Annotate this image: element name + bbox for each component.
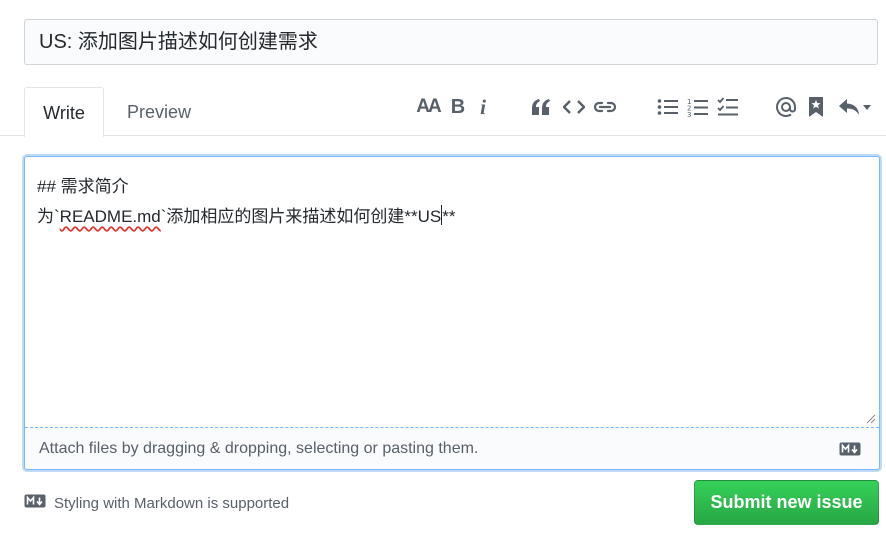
quote-icon[interactable]: [530, 94, 552, 120]
markdown-support-note: Styling with Markdown is supported: [24, 492, 289, 514]
bold-icon[interactable]: B: [450, 94, 466, 120]
markdown-icon: [839, 442, 861, 461]
submit-new-issue-button[interactable]: Submit new issue: [694, 480, 879, 525]
ordered-list-icon[interactable]: 123: [686, 94, 710, 120]
editor-line-2-prefix: 为`: [37, 207, 60, 226]
svg-text:3: 3: [687, 111, 691, 117]
italic-icon-text: i: [480, 94, 486, 119]
comment-editor[interactable]: ## 需求简介 为`README.md`添加相应的图片来描述如何创建**US**…: [24, 156, 880, 470]
link-icon[interactable]: [592, 94, 618, 120]
issue-title-input[interactable]: US: 添加图片描述如何创建需求: [24, 19, 878, 65]
tab-preview[interactable]: Preview: [112, 87, 206, 136]
editor-line-2-middle: `添加相应的图片来描述如何创建**US: [160, 207, 442, 226]
unordered-list-icon[interactable]: [656, 94, 680, 120]
italic-icon[interactable]: i: [476, 94, 490, 120]
bold-icon-text: B: [450, 95, 466, 118]
editor-tabbar: Write Preview: [0, 87, 886, 137]
attach-files-bar[interactable]: Attach files by dragging & dropping, sel…: [25, 427, 879, 469]
editor-line-1: ## 需求简介: [37, 177, 129, 196]
tab-write[interactable]: Write: [24, 87, 104, 137]
task-list-icon[interactable]: [716, 94, 740, 120]
header-icon-text: AA: [416, 96, 441, 117]
markdown-support-link[interactable]: Styling with Markdown is supported: [54, 495, 289, 512]
mention-icon[interactable]: [774, 94, 798, 120]
code-icon[interactable]: [562, 94, 586, 120]
reply-dropdown-icon[interactable]: [836, 94, 874, 120]
misspelled-word: README.md: [59, 207, 161, 226]
saved-reply-icon[interactable]: [806, 94, 826, 120]
attach-files-label: Attach files by dragging & dropping, sel…: [39, 440, 479, 457]
editor-line-2-suffix: **: [442, 207, 456, 226]
markdown-icon: [24, 494, 46, 512]
header-icon[interactable]: AA: [416, 94, 441, 120]
resize-grip-icon[interactable]: [864, 411, 876, 424]
editor-line-2: 为`README.md`添加相应的图片来描述如何创建**US**: [37, 202, 867, 232]
comment-textarea[interactable]: ## 需求简介 为`README.md`添加相应的图片来描述如何创建**US**: [25, 157, 879, 427]
